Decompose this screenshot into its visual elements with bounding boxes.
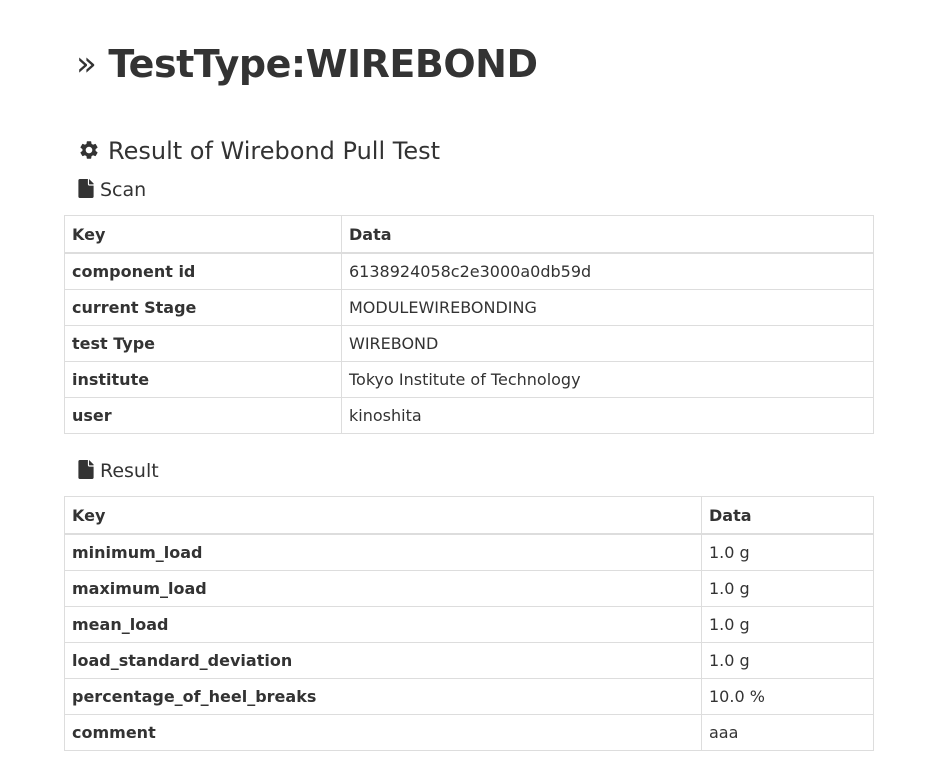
row-value: WIREBOND [341,325,874,362]
file-icon [78,460,94,479]
table-row: load_standard_deviation 1.0 g [64,642,874,679]
result-heading: Result [78,458,159,484]
page-title-text: TestType:WIREBOND [108,42,538,86]
scan-heading-text: Scan [100,179,147,201]
table-row: maximum_load 1.0 g [64,570,874,607]
row-key: mean_load [64,606,702,643]
row-key: maximum_load [64,570,702,607]
column-header-key: Key [64,215,342,254]
table-header-row: Key Data [64,215,874,254]
row-key: percentage_of_heel_breaks [64,678,702,715]
table-row: current Stage MODULEWIREBONDING [64,289,874,326]
row-key: component id [64,252,342,290]
row-value: 1.0 g [701,606,874,643]
gear-icon [80,141,98,159]
result-table: Key Data minimum_load 1.0 g maximum_load… [64,496,874,751]
page-title: » TestType:WIREBOND [76,38,538,92]
row-key: current Stage [64,289,342,326]
table-row: comment aaa [64,714,874,751]
table-row: mean_load 1.0 g [64,606,874,643]
row-value: aaa [701,714,874,751]
table-row: institute Tokyo Institute of Technology [64,361,874,398]
column-header-data: Data [341,215,874,254]
row-value: 1.0 g [701,533,874,571]
scan-heading: Scan [78,177,146,203]
row-value: 6138924058c2e3000a0db59d [341,252,874,290]
scan-table: Key Data component id 6138924058c2e3000a… [64,215,874,434]
section-title: Result of Wirebond Pull Test [78,134,440,168]
row-key: user [64,397,342,434]
table-row: minimum_load 1.0 g [64,533,874,571]
table-header-row: Key Data [64,496,874,535]
row-value: 10.0 % [701,678,874,715]
row-value: 1.0 g [701,642,874,679]
row-value: MODULEWIREBONDING [341,289,874,326]
column-header-key: Key [64,496,702,535]
column-header-data: Data [701,496,874,535]
row-value: Tokyo Institute of Technology [341,361,874,398]
section-title-text: Result of Wirebond Pull Test [108,137,441,165]
row-key: load_standard_deviation [64,642,702,679]
row-key: institute [64,361,342,398]
table-row: component id 6138924058c2e3000a0db59d [64,252,874,290]
row-key: comment [64,714,702,751]
row-key: minimum_load [64,533,702,571]
row-value: 1.0 g [701,570,874,607]
table-row: percentage_of_heel_breaks 10.0 % [64,678,874,715]
double-chevron-right-icon: » [76,44,97,84]
table-row: test Type WIREBOND [64,325,874,362]
file-icon [78,179,94,198]
row-key: test Type [64,325,342,362]
result-heading-text: Result [100,460,159,482]
row-value: kinoshita [341,397,874,434]
table-row: user kinoshita [64,397,874,434]
